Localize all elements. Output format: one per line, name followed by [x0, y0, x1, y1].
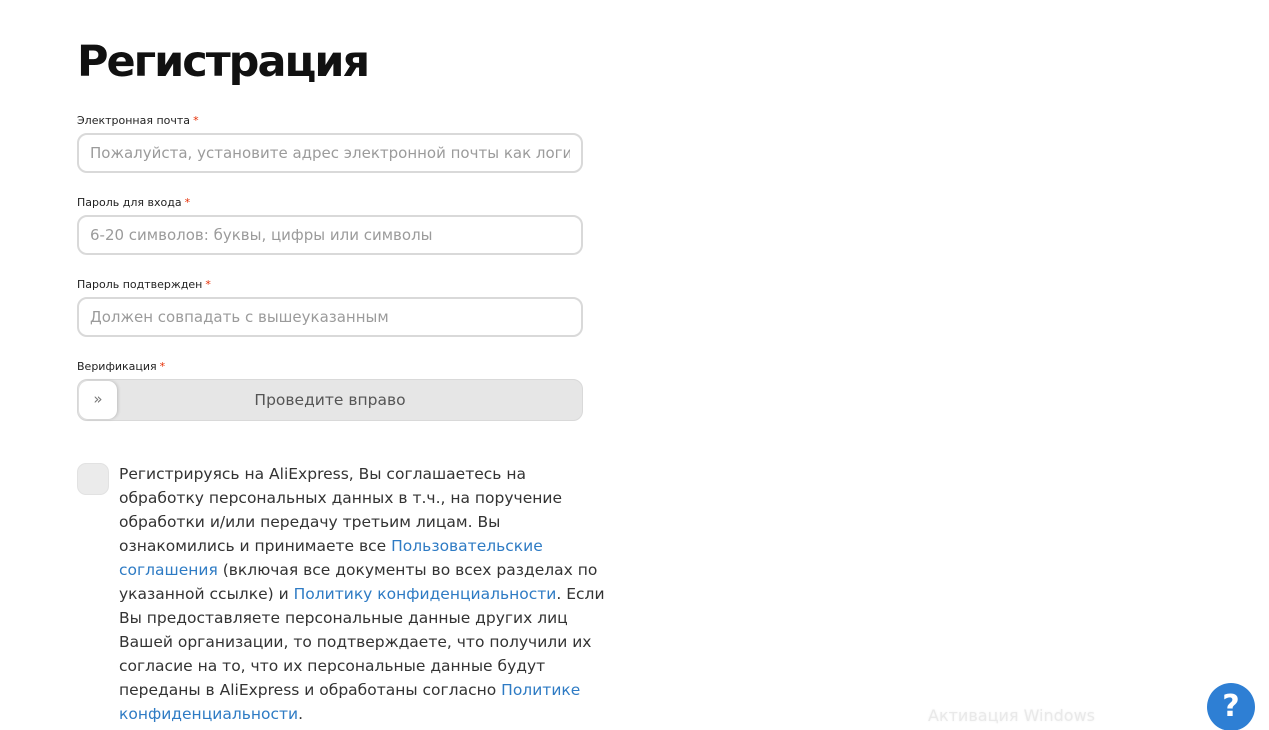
consent-line: конфиденциальности. [119, 702, 589, 726]
password-label: Пароль для входа * [77, 196, 190, 210]
consent-line: согласие на то, что их персональные данн… [119, 657, 546, 675]
consent-line: соглашения (включая все документы во все… [119, 558, 597, 582]
confirm-password-label-text: Пароль подтвержден [77, 278, 203, 291]
consent-line: ознакомились и принимаете все Пользовате… [119, 534, 589, 558]
consent-line-text: (включая все документы во всех разделах … [217, 561, 598, 579]
consent-line: обработку персональных данных в т.ч., на… [119, 489, 562, 507]
registration-page: Регистрация Электронная почта* Пароль дл… [0, 0, 1269, 730]
slider-instruction: Проведите вправо [254, 391, 406, 409]
consent-checkbox[interactable] [77, 463, 109, 495]
privacy-policy-link[interactable]: Политику конфиденциальности [294, 585, 557, 603]
consent-line: обработки и/или передачу третьим лицам. … [119, 513, 501, 531]
password-input[interactable] [77, 215, 583, 255]
verification-label-text: Верификация [77, 360, 157, 373]
consent-text: Регистрируясь на AliExpress, Вы соглашае… [119, 462, 605, 726]
verification-slider[interactable]: Проведите вправо » [77, 379, 583, 421]
consent-line: Вашей организации, то подтверждаете, что… [119, 633, 592, 651]
help-button[interactable]: ? [1207, 683, 1255, 730]
user-agreement-link[interactable]: соглашения [119, 561, 218, 579]
slider-handle[interactable]: » [79, 381, 117, 419]
confirm-password-label: Пароль подтвержден * [77, 278, 211, 292]
consent-line: Регистрируясь на AliExpress, Вы соглашае… [119, 465, 526, 483]
privacy-policy-link-2[interactable]: конфиденциальности [119, 705, 298, 723]
question-icon: ? [1222, 689, 1240, 724]
page-title: Регистрация [77, 37, 370, 87]
consent-line: указанной ссылке) и Политику конфиденциа… [119, 582, 605, 606]
consent-line: переданы в AliExpress и обработаны согла… [119, 678, 589, 702]
email-label: Электронная почта * [77, 114, 199, 128]
consent-line: Вы предоставляете персональные данные др… [119, 609, 568, 627]
user-agreement-link[interactable]: Пользовательские [391, 537, 543, 555]
verification-label: Верификация * [77, 360, 165, 374]
consent-line-text: указанной ссылке) и [119, 585, 294, 603]
email-label-text: Электронная почта [77, 114, 191, 127]
password-label-text: Пароль для входа [77, 196, 182, 209]
windows-activation-watermark: Активация Windows [928, 706, 1095, 725]
email-input[interactable] [77, 133, 583, 173]
confirm-password-input[interactable] [77, 297, 583, 337]
consent-line-text: ознакомились и принимаете все [119, 537, 392, 555]
privacy-policy-link-2[interactable]: Политике [501, 681, 580, 699]
required-mark: * [205, 278, 211, 291]
consent-line-text: переданы в AliExpress и обработаны согла… [119, 681, 502, 699]
double-chevron-right-icon: » [93, 390, 103, 408]
required-mark: * [184, 196, 191, 209]
required-mark: * [193, 114, 199, 127]
consent-line-text: . [298, 705, 304, 723]
consent-line-text: . Если [556, 585, 605, 603]
required-mark: * [159, 360, 166, 373]
